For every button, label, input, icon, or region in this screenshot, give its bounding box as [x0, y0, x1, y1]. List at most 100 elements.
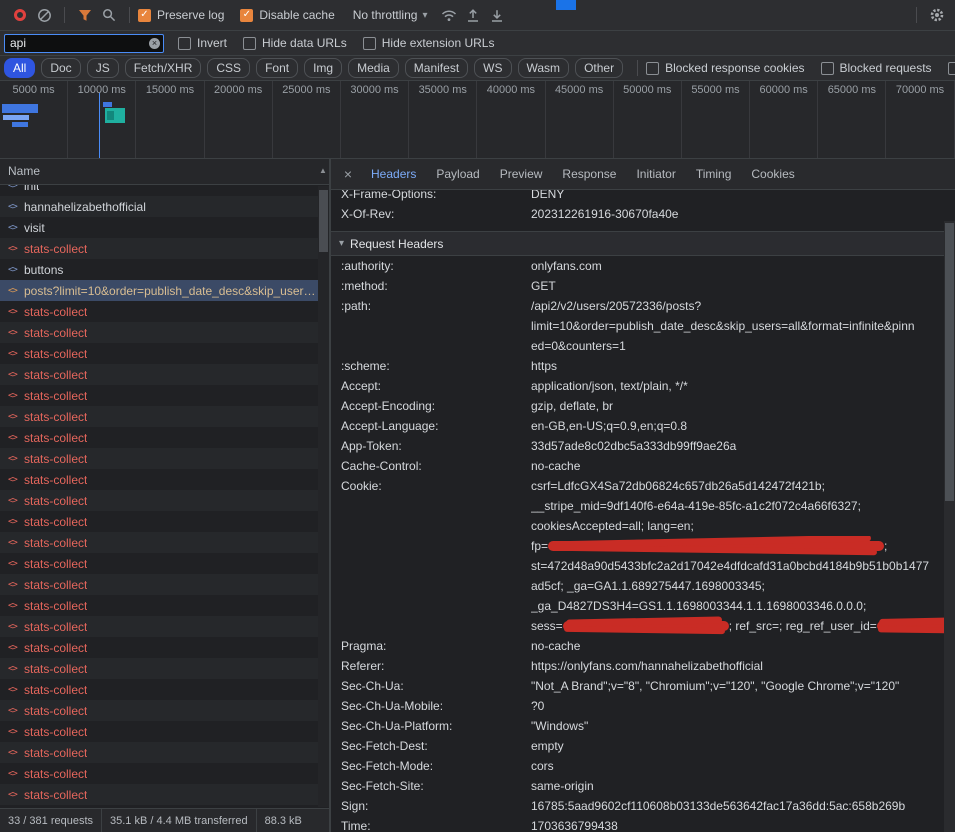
- request-row[interactable]: <>visit: [0, 217, 329, 238]
- type-filter-manifest[interactable]: Manifest: [405, 58, 468, 78]
- resource-type-icon: <>: [8, 538, 24, 548]
- request-row[interactable]: <>stats-collect: [0, 574, 329, 595]
- request-name: stats-collect: [24, 557, 87, 571]
- type-filter-ws[interactable]: WS: [474, 58, 511, 78]
- tab-cookies[interactable]: Cookies: [741, 159, 804, 189]
- request-row[interactable]: <>stats-collect: [0, 553, 329, 574]
- filter-button[interactable]: [73, 3, 97, 27]
- search-button[interactable]: [97, 3, 121, 27]
- timeline-column: 50000 ms: [614, 81, 682, 158]
- signal-icon: [441, 9, 457, 22]
- header-row: Cookie:csrf=LdfcGX4Sa72db06824c657db26a5…: [331, 476, 955, 636]
- invert-label: Invert: [197, 36, 227, 50]
- hide-extension-urls-label: Hide extension URLs: [382, 36, 495, 50]
- timeline-column: 45000 ms: [546, 81, 614, 158]
- request-row[interactable]: <>stats-collect: [0, 616, 329, 637]
- tab-headers[interactable]: Headers: [361, 159, 426, 189]
- request-name: visit: [24, 221, 45, 235]
- request-row[interactable]: <>buttons: [0, 259, 329, 280]
- request-row[interactable]: <>stats-collect: [0, 364, 329, 385]
- scrollbar-thumb[interactable]: [945, 223, 954, 501]
- preserve-log-checkbox[interactable]: ✓ Preserve log: [138, 8, 224, 22]
- request-name: stats-collect: [24, 389, 87, 403]
- record-button[interactable]: [8, 3, 32, 27]
- 3rd-party-requests-checkbox[interactable]: 3rd-party requests: [948, 61, 955, 75]
- network-conditions-button[interactable]: [437, 3, 461, 27]
- type-filter-all[interactable]: All: [4, 58, 35, 78]
- blocked-response-cookies-checkbox[interactable]: Blocked response cookies: [646, 61, 804, 75]
- request-row[interactable]: <>stats-collect: [0, 763, 329, 784]
- request-row[interactable]: <>stats-collect: [0, 322, 329, 343]
- resource-type-icon: <>: [8, 664, 24, 674]
- filter-input[interactable]: [4, 34, 164, 53]
- type-filter-media[interactable]: Media: [348, 58, 399, 78]
- request-row[interactable]: <>stats-collect: [0, 679, 329, 700]
- request-row[interactable]: <>stats-collect: [0, 721, 329, 742]
- header-value: csrf=LdfcGX4Sa72db06824c657db26a5d142472…: [531, 476, 955, 636]
- timeline-overview[interactable]: 5000 ms10000 ms15000 ms20000 ms25000 ms3…: [0, 81, 955, 159]
- type-filter-fetch-xhr[interactable]: Fetch/XHR: [125, 58, 202, 78]
- request-row[interactable]: <>hannahelizabethofficial: [0, 196, 329, 217]
- export-har-button[interactable]: [485, 3, 509, 27]
- divider: [129, 7, 130, 23]
- request-name: stats-collect: [24, 410, 87, 424]
- blocked-requests-checkbox[interactable]: Blocked requests: [821, 61, 932, 75]
- request-row[interactable]: <>stats-collect: [0, 637, 329, 658]
- request-row[interactable]: <>stats-collect: [0, 532, 329, 553]
- divider: [637, 60, 638, 76]
- header-name: :authority:: [341, 256, 531, 276]
- scroll-up-icon[interactable]: ▲: [319, 166, 327, 175]
- invert-checkbox[interactable]: Invert: [178, 36, 227, 50]
- close-icon[interactable]: ×: [335, 166, 361, 182]
- header-row: :path:/api2/v2/users/20572336/posts?limi…: [331, 296, 955, 356]
- clear-button[interactable]: [32, 3, 56, 27]
- clear-filter-icon[interactable]: ×: [149, 38, 160, 49]
- type-filter-wasm[interactable]: Wasm: [518, 58, 570, 78]
- throttling-dropdown[interactable]: No throttling ▾: [353, 8, 428, 22]
- request-row[interactable]: <>stats-collect: [0, 343, 329, 364]
- request-row[interactable]: <>stats-collect: [0, 700, 329, 721]
- request-row[interactable]: <>posts?limit=10&order=publish_date_desc…: [0, 280, 329, 301]
- type-filter-js[interactable]: JS: [87, 58, 119, 78]
- disable-cache-checkbox[interactable]: ✓ Disable cache: [240, 8, 334, 22]
- type-filter-css[interactable]: CSS: [207, 58, 250, 78]
- request-headers-section-header[interactable]: ▾ Request Headers: [331, 232, 955, 256]
- request-name: stats-collect: [24, 788, 87, 802]
- hide-extension-urls-checkbox[interactable]: Hide extension URLs: [363, 36, 495, 50]
- request-row[interactable]: <>stats-collect: [0, 784, 329, 805]
- tab-timing[interactable]: Timing: [686, 159, 742, 189]
- request-row[interactable]: <>stats-collect: [0, 301, 329, 322]
- name-column-header[interactable]: Name: [0, 159, 330, 185]
- request-row[interactable]: <>stats-collect: [0, 469, 329, 490]
- request-row[interactable]: <>stats-collect: [0, 448, 329, 469]
- header-value: https: [531, 356, 955, 376]
- tab-preview[interactable]: Preview: [490, 159, 553, 189]
- request-row[interactable]: <>stats-collect: [0, 238, 329, 259]
- request-row[interactable]: <>stats-collect: [0, 427, 329, 448]
- tab-payload[interactable]: Payload: [426, 159, 489, 189]
- request-row[interactable]: <>stats-collect: [0, 406, 329, 427]
- settings-button[interactable]: [925, 3, 949, 27]
- scrollbar-thumb[interactable]: [319, 190, 328, 252]
- checkbox-icon: [363, 37, 376, 50]
- request-name: stats-collect: [24, 305, 87, 319]
- request-row[interactable]: <>stats-collect: [0, 511, 329, 532]
- type-filter-other[interactable]: Other: [575, 58, 623, 78]
- request-row[interactable]: <>stats-collect: [0, 385, 329, 406]
- request-row[interactable]: <>stats-collect: [0, 490, 329, 511]
- tab-response[interactable]: Response: [552, 159, 626, 189]
- request-row[interactable]: <>stats-collect: [0, 595, 329, 616]
- request-row[interactable]: <>stats-collect: [0, 742, 329, 763]
- hide-data-urls-checkbox[interactable]: Hide data URLs: [243, 36, 347, 50]
- tab-initiator[interactable]: Initiator: [626, 159, 685, 189]
- download-icon: [490, 8, 504, 23]
- import-har-button[interactable]: [461, 3, 485, 27]
- timeline-column: 40000 ms: [477, 81, 545, 158]
- type-filter-font[interactable]: Font: [256, 58, 298, 78]
- preserve-log-label: Preserve log: [157, 8, 224, 22]
- request-name: stats-collect: [24, 746, 87, 760]
- request-row[interactable]: <>stats-collect: [0, 658, 329, 679]
- type-filter-img[interactable]: Img: [304, 58, 342, 78]
- type-filter-doc[interactable]: Doc: [41, 58, 80, 78]
- request-row[interactable]: <>init: [0, 185, 329, 196]
